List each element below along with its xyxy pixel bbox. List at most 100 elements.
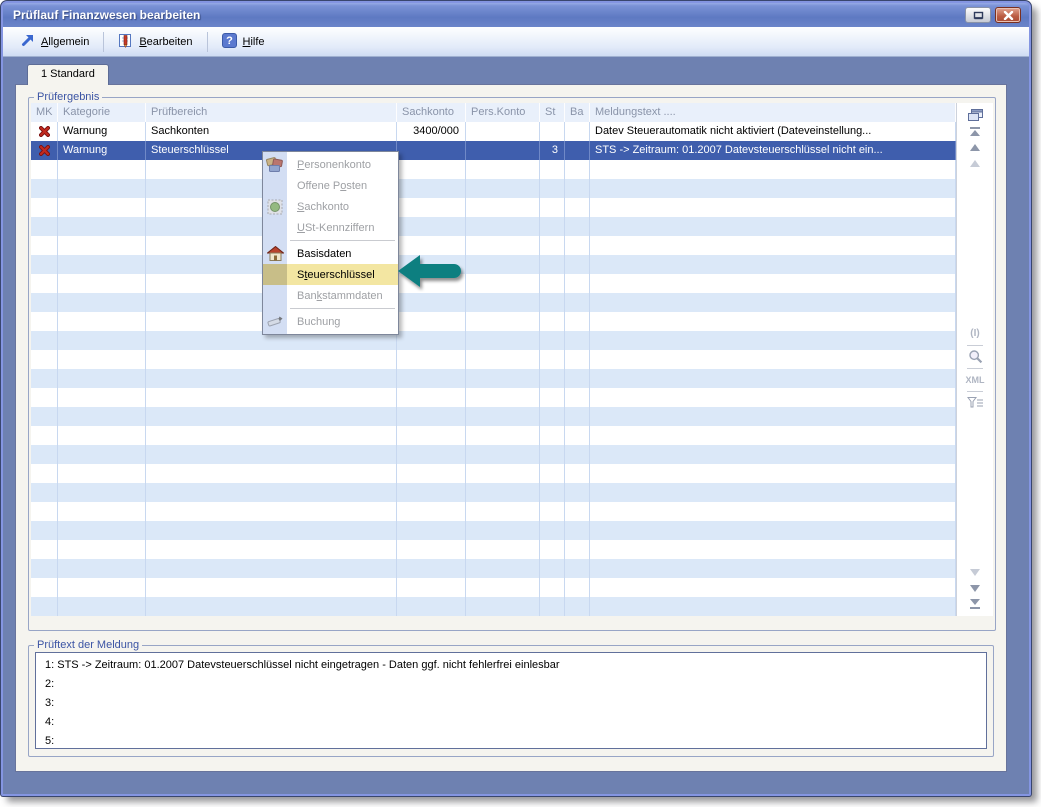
cell-kategorie	[58, 559, 146, 578]
tab-page: Prüfergebnis MKKategoriePrüfbereichSachk…	[15, 84, 1007, 772]
column-chooser-button[interactable]	[963, 105, 987, 124]
scroll-down-button[interactable]	[963, 580, 987, 596]
column-header-pruefbereich[interactable]: Prüfbereich	[146, 103, 397, 122]
prueftext-line: 4:	[45, 713, 977, 732]
cell-kategorie	[58, 217, 146, 236]
cell-ba	[565, 521, 590, 540]
cell-pruefbereich	[146, 445, 397, 464]
menu-item-ust-kennziffern: USt-Kennziffern	[263, 217, 398, 238]
cell-st	[540, 540, 565, 559]
cell-sachkonto	[397, 198, 466, 217]
empty-row	[31, 388, 956, 407]
cell-perskonto	[466, 597, 540, 616]
cell-sachkonto: 3400/000	[397, 122, 466, 141]
empty-row	[31, 445, 956, 464]
cell-meldungstext	[590, 578, 956, 597]
menu-item-label: Personenkonto	[287, 159, 371, 171]
empty-row	[31, 312, 956, 331]
scroll-up-button[interactable]	[963, 140, 987, 156]
cell-kategorie	[58, 445, 146, 464]
cell-pruefbereich	[146, 502, 397, 521]
cell-sachkonto	[397, 578, 466, 597]
error-mark-icon	[31, 122, 58, 141]
pruefergebnis-group: Prüfergebnis MKKategoriePrüfbereichSachk…	[28, 91, 996, 631]
empty-row	[31, 198, 956, 217]
cell-st	[540, 179, 565, 198]
empty-row	[31, 540, 956, 559]
column-header-st[interactable]: St	[540, 103, 565, 122]
close-button[interactable]	[995, 7, 1021, 23]
cell-mk	[31, 578, 58, 597]
cell-mk	[31, 331, 58, 350]
cell-st	[540, 597, 565, 616]
table-header-row: MKKategoriePrüfbereichSachkontoPers.Kont…	[31, 103, 956, 122]
cell-ba	[565, 369, 590, 388]
dialog-window: Prüflauf Finanzwesen bearbeiten Allgemei…	[1, 1, 1031, 796]
cell-st	[540, 331, 565, 350]
cell-mk	[31, 597, 58, 616]
toolbar-button-allgemein[interactable]: Allgemein	[13, 30, 97, 53]
menu-item-icon-slot	[263, 285, 287, 306]
menu-item-basisdaten[interactable]: Basisdaten	[263, 243, 398, 264]
cell-perskonto	[466, 312, 540, 331]
svg-text:?: ?	[226, 35, 233, 47]
menu-separator	[290, 240, 395, 241]
cell-kategorie	[58, 331, 146, 350]
cell-pruefbereich	[146, 388, 397, 407]
cell-sachkonto	[397, 350, 466, 369]
cell-kategorie	[58, 464, 146, 483]
cell-meldungstext	[590, 483, 956, 502]
column-header-meldungstext[interactable]: Meldungstext ....	[590, 103, 956, 122]
cell-mk	[31, 540, 58, 559]
cell-pruefbereich	[146, 426, 397, 445]
cell-meldungstext	[590, 559, 956, 578]
search-icon	[968, 349, 983, 364]
scroll-to-bottom-button[interactable]	[963, 596, 987, 612]
restore-icon	[973, 11, 984, 20]
cell-meldungstext	[590, 179, 956, 198]
cell-pruefbereich	[146, 540, 397, 559]
column-header-perskonto[interactable]: Pers.Konto	[466, 103, 540, 122]
column-header-mk[interactable]: MK	[31, 103, 58, 122]
tabstrip: 1 Standard	[15, 63, 1007, 84]
scroll-up-line-icon	[968, 159, 982, 169]
restore-button[interactable]	[965, 7, 991, 23]
error-mark-icon	[31, 141, 58, 160]
menu-item-steuerschluessel[interactable]: Steuerschlüssel	[263, 264, 398, 285]
cell-meldungstext	[590, 198, 956, 217]
context-menu: PersonenkontoOffene PostenSachkontoUSt-K…	[262, 151, 399, 335]
result-row[interactable]: WarnungSteuerschlüssel3STS -> Zeitraum: …	[31, 141, 956, 160]
column-header-sachkonto[interactable]: Sachkonto	[397, 103, 466, 122]
column-header-kategorie[interactable]: Kategorie	[58, 103, 146, 122]
cell-kategorie	[58, 369, 146, 388]
cell-pruefbereich	[146, 597, 397, 616]
scroll-to-top-button[interactable]	[963, 124, 987, 140]
cell-mk	[31, 179, 58, 198]
cell-meldungstext	[590, 312, 956, 331]
cell-meldungstext	[590, 236, 956, 255]
cell-perskonto	[466, 217, 540, 236]
close-icon	[1003, 11, 1014, 20]
cell-perskonto	[466, 141, 540, 160]
cell-mk	[31, 236, 58, 255]
cell-ba	[565, 464, 590, 483]
cell-perskonto	[466, 331, 540, 350]
toolbar-button-hilfe[interactable]: ?Hilfe	[214, 30, 273, 54]
prueftext-line: 1: STS -> Zeitraum: 01.2007 Datevsteuers…	[45, 656, 977, 675]
cell-kategorie	[58, 293, 146, 312]
cell-meldungstext	[590, 160, 956, 179]
cell-kategorie	[58, 407, 146, 426]
empty-row	[31, 483, 956, 502]
result-row[interactable]: WarnungSachkonten3400/000Datev Steueraut…	[31, 122, 956, 141]
cell-ba	[565, 578, 590, 597]
filter-button	[963, 395, 987, 411]
cell-ba	[565, 483, 590, 502]
cell-meldungstext	[590, 597, 956, 616]
toolbar-button-bearbeiten[interactable]: Bearbeiten	[110, 29, 200, 54]
toolbar-button-label: Allgemein	[41, 36, 89, 48]
cell-ba	[565, 293, 590, 312]
tab-1-standard[interactable]: 1 Standard	[27, 64, 109, 85]
cell-sachkonto	[397, 521, 466, 540]
cell-kategorie	[58, 426, 146, 445]
column-header-ba[interactable]: Ba	[565, 103, 590, 122]
